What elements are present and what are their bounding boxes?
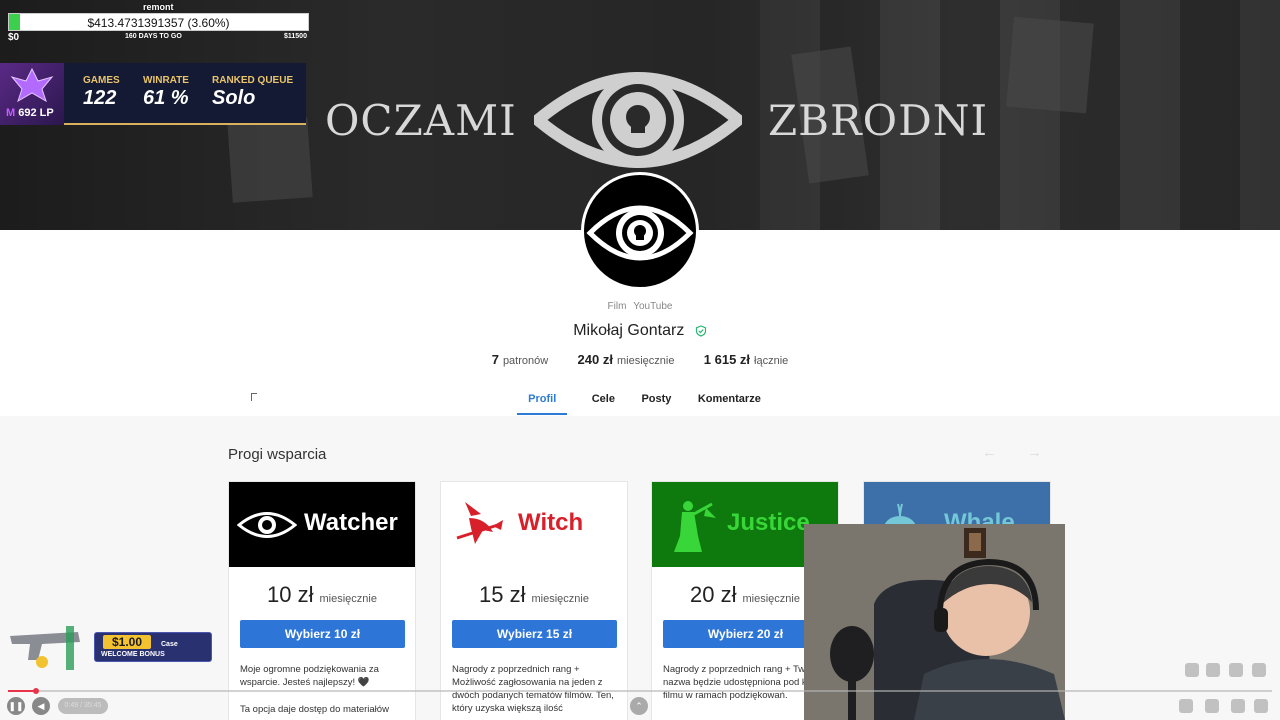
rank-emblem-icon [10, 67, 54, 103]
video-player-controls: ❚❚ ◀ 0:49 / 35:45 ⌃ [0, 688, 1280, 720]
category-tag[interactable]: YouTube [633, 301, 672, 312]
creator-name-row: Mikołaj Gontarz [0, 322, 1280, 340]
witch-icon [456, 502, 503, 544]
ranked-stats-widget: M 692 LP GAMES 122 WINRATE 61 % RANKED Q… [0, 63, 306, 125]
tab-cele[interactable]: Cele [590, 391, 617, 413]
tiers-prev-arrow-icon[interactable]: ← [982, 444, 997, 461]
eye-logo-icon [534, 72, 742, 168]
rank-emblem: M 692 LP [0, 63, 64, 125]
tier-description: Moje ogromne podziękowania za wsparcie. … [240, 664, 379, 688]
mouse-cursor [251, 393, 257, 401]
promo-brand: Case [161, 641, 178, 648]
goal-title: remont [143, 2, 174, 12]
seek-progress [8, 690, 36, 692]
creator-name: Mikołaj Gontarz [573, 322, 685, 339]
promo-banner: $1.00 WELCOME BONUS Case [94, 632, 212, 662]
video-time: 0:49 / 35:45 [58, 698, 108, 714]
pause-icon[interactable]: ❚❚ [7, 697, 25, 715]
tier-card-witch: Witch 15 zł miesięcznie Wybierz 15 zł Nag… [440, 481, 628, 720]
tab-profil[interactable]: Profil [517, 391, 568, 415]
dislike-icon[interactable] [1206, 663, 1220, 677]
stat-patrons: 7 patronów [491, 352, 549, 367]
category-tag[interactable]: Film [608, 301, 627, 312]
comment-icon[interactable] [1229, 663, 1243, 677]
rank-lp: M 692 LP [6, 107, 54, 119]
tiers-section [0, 416, 1280, 720]
tab-posty[interactable]: Posty [639, 391, 673, 413]
stat-games: GAMES 122 [83, 75, 120, 109]
autoplay-icon[interactable] [1179, 699, 1193, 713]
select-tier-15-button[interactable]: Wybierz 15 zł [452, 620, 617, 648]
stat-total: 1 615 zł łącznie [703, 352, 789, 367]
tier-price: 10 zł miesięcznie [267, 582, 377, 607]
tier-name: Witch [518, 509, 584, 536]
watcher-eye-icon [237, 512, 297, 538]
banner-paper [227, 117, 313, 203]
justice-statue-icon [674, 501, 716, 552]
select-tier-10-button[interactable]: Wybierz 10 zł [240, 620, 405, 648]
tiers-title: Progi wsparcia [228, 446, 327, 463]
tiers-next-arrow-icon[interactable]: → [1027, 444, 1042, 461]
tab-komentarze[interactable]: Komentarze [696, 391, 763, 413]
page: OCZAMI ZBRODNI remont $413.4731391357 (3… [0, 0, 1280, 720]
goal-start: $0 [8, 32, 20, 43]
creator-stats: 7 patronów 240 zł miesięcznie 1 615 zł łącz… [0, 352, 1280, 367]
goal-amount: $413.4731391357 (3.60%) [87, 16, 230, 30]
promo-amount: $1.00 [103, 635, 151, 649]
profile-tabs: Profil Cele Posty Komentarze [0, 389, 1280, 415]
tier-name: Justice [727, 509, 810, 536]
volume-icon[interactable]: ◀ [32, 697, 50, 715]
stat-monthly: 240 zł miesięcznie [577, 352, 675, 367]
promo-label: WELCOME BONUS [101, 651, 165, 658]
avatar-eye-icon [586, 205, 694, 261]
tier-header: Witch [441, 482, 627, 567]
banner-paper [1006, 16, 1094, 114]
seek-bar[interactable] [8, 690, 1272, 692]
goal-progress-bar: $413.4731391357 (3.60%) [8, 13, 309, 31]
creator-categories: Film YouTube [0, 301, 1280, 312]
gun-icon [10, 626, 80, 670]
fullscreen-icon[interactable] [1254, 699, 1268, 713]
subtitles-icon[interactable] [1205, 699, 1219, 713]
tier-name: Watcher [304, 509, 398, 536]
tier-card-watcher: Watcher 10 zł miesięcznie Wybierz 10 zł M… [228, 481, 416, 720]
banner-word-left: OCZAMI [325, 96, 517, 145]
settings-icon[interactable] [1231, 699, 1245, 713]
like-icon[interactable] [1185, 663, 1199, 677]
promo-widget[interactable]: $1.00 WELCOME BONUS Case [8, 622, 212, 674]
tier-price: 15 zł miesięcznie [479, 582, 589, 607]
goal-end: $11500 [284, 33, 307, 40]
verified-icon [695, 325, 706, 337]
stat-winrate: WINRATE 61 % [143, 75, 189, 109]
tier-header: Watcher [229, 482, 415, 567]
stat-queue: RANKED QUEUE Solo [212, 75, 294, 109]
avatar[interactable] [581, 172, 699, 290]
share-icon[interactable] [1252, 663, 1266, 677]
seek-handle[interactable] [33, 688, 39, 694]
chevron-up-icon[interactable]: ⌃ [630, 697, 648, 715]
donation-goal-widget: remont $413.4731391357 (3.60%) $0 160 DA… [0, 0, 310, 60]
banner-word-right: ZBRODNI [768, 96, 989, 145]
goal-days: 160 DAYS TO GO [125, 33, 182, 40]
